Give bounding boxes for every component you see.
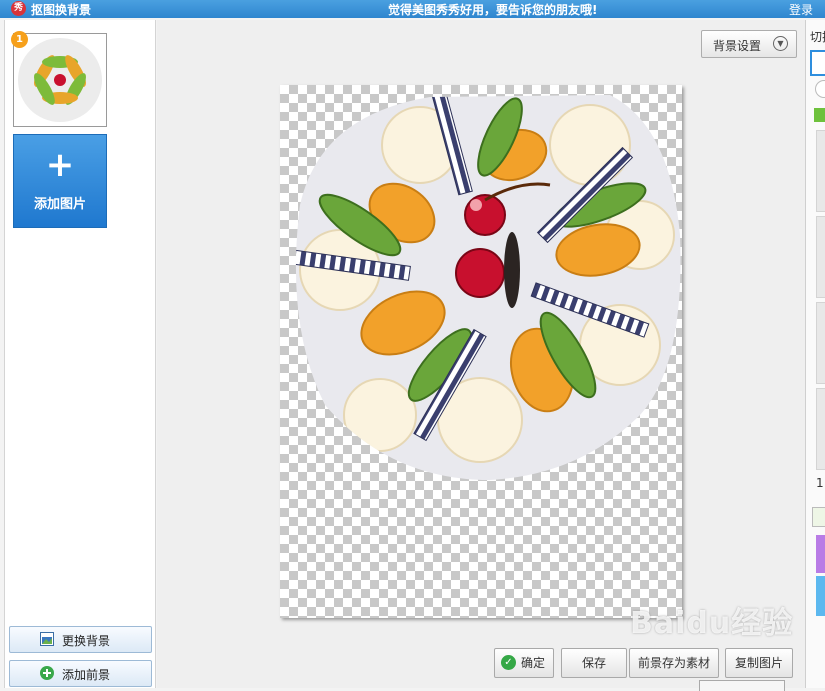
copy-image-button[interactable]: 复制图片	[725, 648, 793, 678]
image-list-panel: 1 + 添加图片 更换背景 添加前景	[4, 20, 156, 688]
change-background-button[interactable]: 更换背景	[9, 626, 152, 653]
chat-icon[interactable]	[812, 507, 825, 527]
save-foreground-as-material-button[interactable]: 前景存为素材	[629, 648, 719, 678]
watermark: Baidu经验	[630, 606, 794, 641]
add-foreground-button[interactable]: 添加前景	[9, 660, 152, 687]
image-thumbnail[interactable]: 1	[11, 31, 107, 127]
app-title: 抠图换背景	[31, 3, 92, 17]
image-swap-icon	[40, 632, 54, 646]
material-item[interactable]	[816, 216, 825, 298]
background-settings-dropdown[interactable]: 背景设置 ▼	[701, 30, 797, 58]
image-canvas[interactable]	[280, 85, 682, 618]
right-panel: 切换 1	[805, 20, 825, 688]
change-background-label: 更换背景	[62, 634, 111, 648]
add-foreground-label: 添加前景	[62, 668, 111, 682]
editing-area: 背景设置 ▼ ✓ 确定 保存 前景存为素材 复制图片	[157, 20, 805, 691]
green-plus-icon	[40, 666, 54, 680]
blue-tab[interactable]	[816, 576, 825, 616]
login-link[interactable]: 登录	[789, 1, 813, 18]
background-settings-label: 背景设置	[713, 39, 762, 53]
purple-tab[interactable]	[816, 535, 825, 573]
confirm-label: 确定	[521, 656, 546, 670]
add-image-button[interactable]: + 添加图片	[13, 134, 107, 228]
switch-label: 切换	[810, 30, 825, 44]
image-index-badge: 1	[11, 31, 28, 48]
chevron-down-icon: ▼	[773, 36, 788, 51]
right-panel-radio[interactable]	[815, 80, 825, 98]
confirm-button[interactable]: ✓ 确定	[494, 648, 554, 678]
plus-icon: +	[45, 145, 75, 185]
material-item[interactable]	[816, 302, 825, 384]
cake-cutout-image	[295, 95, 681, 480]
promo-text: 觉得美图秀秀好用，要告诉您的朋友哦!	[388, 3, 598, 17]
add-image-label: 添加图片	[33, 197, 86, 212]
hidden-button-edge	[699, 680, 785, 691]
right-panel-tab[interactable]	[810, 50, 825, 76]
save-button[interactable]: 保存	[561, 648, 627, 678]
material-item[interactable]	[816, 388, 825, 470]
check-icon: ✓	[501, 655, 516, 670]
page-number: 1	[816, 476, 824, 490]
cake-thumbnail	[18, 38, 102, 122]
title-bar: 秀 抠图换背景 觉得美图秀秀好用，要告诉您的朋友哦! 登录	[0, 0, 825, 18]
green-tag-icon	[814, 108, 825, 122]
app-logo-icon: 秀	[11, 1, 26, 16]
material-item[interactable]	[816, 130, 825, 212]
